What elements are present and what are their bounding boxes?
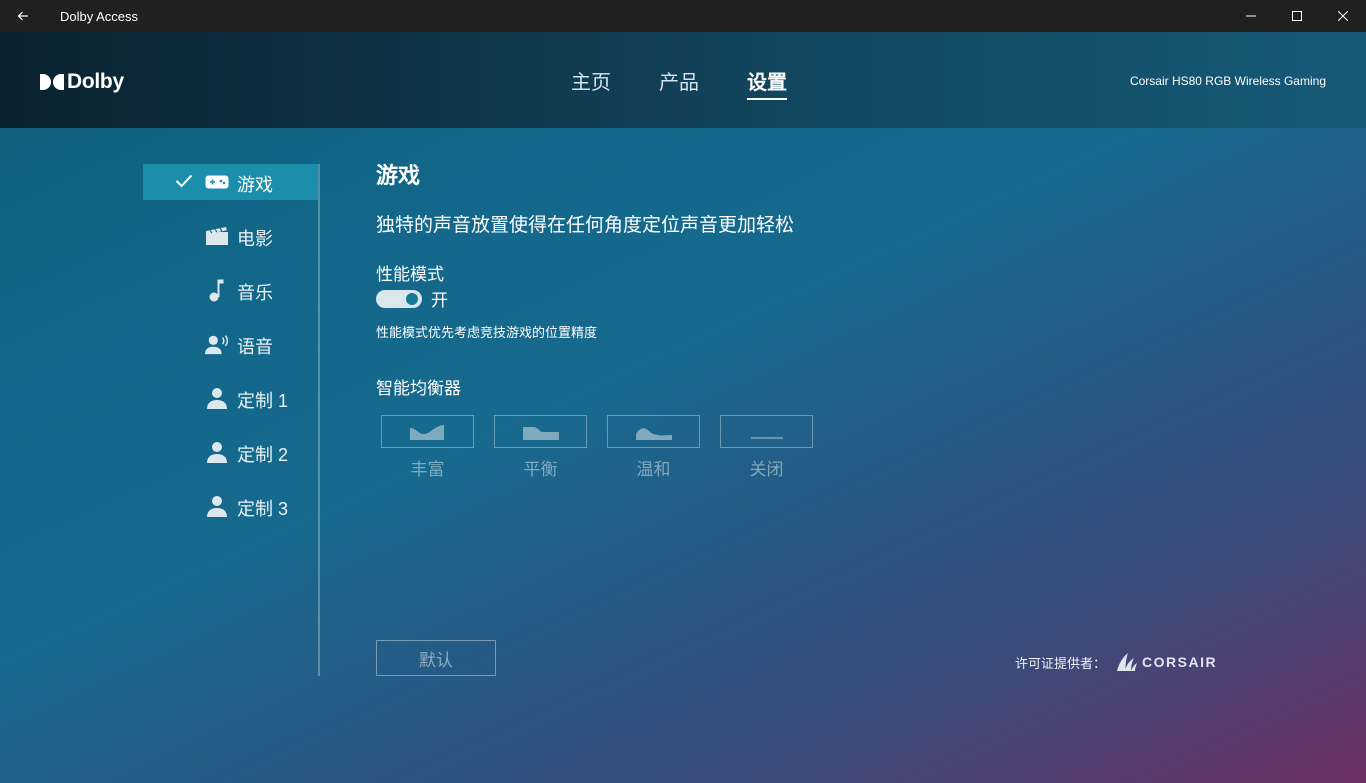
sidebar-item-custom-3[interactable]: 定制 3 xyxy=(143,488,318,524)
sidebar-item-music[interactable]: 音乐 xyxy=(143,272,318,308)
app-header: Dolby 主页 产品 设置 Corsair HS80 RGB Wireless… xyxy=(0,32,1366,128)
equalizer-label: 智能均衡器 xyxy=(376,379,461,398)
page-subtitle: 独特的声音放置使得在任何角度定位声音更加轻松 xyxy=(376,215,795,236)
user-icon xyxy=(205,386,229,410)
sidebar-item-voice[interactable]: 语音 xyxy=(143,326,318,362)
corsair-brand: CORSAIR xyxy=(1142,654,1218,670)
performance-mode-label: 性能模式 xyxy=(376,265,444,284)
eq-balanced-button[interactable] xyxy=(494,415,587,448)
eq-option-warm[interactable]: 温和 xyxy=(607,415,700,480)
clapperboard-icon xyxy=(205,224,229,248)
toggle-knob xyxy=(406,292,418,305)
app-body: Dolby 主页 产品 设置 Corsair HS80 RGB Wireless… xyxy=(0,32,1366,783)
close-icon xyxy=(1338,11,1348,21)
sidebar-item-label: 游戏 xyxy=(237,175,273,195)
default-button[interactable]: 默认 xyxy=(376,640,496,676)
eq-option-balanced[interactable]: 平衡 xyxy=(494,415,587,480)
maximize-button[interactable] xyxy=(1274,0,1320,32)
user-icon xyxy=(205,494,229,518)
checkmark-icon xyxy=(175,174,193,188)
nav-products[interactable]: 产品 xyxy=(659,66,699,100)
eq-warm-icon xyxy=(635,427,672,440)
eq-option-rich[interactable]: 丰富 xyxy=(381,415,474,480)
device-name[interactable]: Corsair HS80 RGB Wireless Gaming xyxy=(1130,74,1326,88)
back-button[interactable] xyxy=(0,0,46,32)
settings-content: 游戏 独特的声音放置使得在任何角度定位声音更加轻松 性能模式 开 性能模式优先考… xyxy=(376,158,1256,479)
eq-option-label: 关闭 xyxy=(749,460,784,479)
user-icon xyxy=(205,440,229,464)
sidebar-item-label: 定制 1 xyxy=(237,391,289,411)
nav-home[interactable]: 主页 xyxy=(571,66,611,100)
dolby-logo: Dolby xyxy=(40,70,124,94)
performance-mode-state: 开 xyxy=(431,291,448,310)
corsair-logo: CORSAIR xyxy=(1116,652,1217,672)
main-nav: 主页 产品 设置 xyxy=(571,66,835,100)
sidebar-item-label: 定制 2 xyxy=(237,445,289,465)
window-title: Dolby Access xyxy=(60,8,139,24)
back-arrow-icon xyxy=(17,11,28,21)
profile-sidebar: 游戏 电影 音乐 语音 定制 1 定制 2 定制 3 xyxy=(143,164,320,676)
eq-off-icon xyxy=(750,436,783,439)
performance-mode-row: 开 xyxy=(376,286,448,311)
eq-balanced-icon xyxy=(522,426,559,440)
equalizer-options: 丰富 平衡 温和 关闭 xyxy=(381,415,833,480)
minimize-button[interactable] xyxy=(1228,0,1274,32)
maximize-icon xyxy=(1292,11,1302,21)
voice-icon xyxy=(205,332,229,356)
sidebar-item-label: 定制 3 xyxy=(237,499,289,519)
dolby-double-d-icon xyxy=(40,74,64,90)
sidebar-item-label: 电影 xyxy=(237,229,273,249)
performance-mode-toggle[interactable] xyxy=(376,289,422,308)
title-bar: Dolby Access xyxy=(0,0,1366,32)
sidebar-item-label: 语音 xyxy=(237,337,273,357)
sidebar-item-game[interactable]: 游戏 xyxy=(143,164,318,200)
performance-mode-description: 性能模式优先考虑竞技游戏的位置精度 xyxy=(376,325,598,340)
nav-settings[interactable]: 设置 xyxy=(747,66,787,100)
close-button[interactable] xyxy=(1320,0,1366,32)
brand-name: Dolby xyxy=(67,70,124,93)
eq-warm-button[interactable] xyxy=(607,415,700,448)
sidebar-item-movie[interactable]: 电影 xyxy=(143,218,318,254)
eq-option-off[interactable]: 关闭 xyxy=(720,415,813,480)
eq-option-label: 温和 xyxy=(636,460,671,479)
sidebar-item-custom-2[interactable]: 定制 2 xyxy=(143,434,318,470)
minimize-icon xyxy=(1246,15,1256,17)
eq-option-label: 丰富 xyxy=(410,460,445,479)
license-info: 许可证提供者： CORSAIR xyxy=(1015,652,1217,672)
corsair-sails-icon xyxy=(1117,653,1138,671)
eq-rich-icon xyxy=(409,424,444,440)
eq-rich-button[interactable] xyxy=(381,415,474,448)
gamepad-icon xyxy=(205,170,229,194)
eq-off-button[interactable] xyxy=(720,415,813,448)
eq-option-label: 平衡 xyxy=(523,460,558,479)
license-label: 许可证提供者： xyxy=(1015,655,1107,671)
sidebar-item-custom-1[interactable]: 定制 1 xyxy=(143,380,318,416)
page-title: 游戏 xyxy=(376,163,421,188)
music-note-icon xyxy=(205,278,229,302)
sidebar-item-label: 音乐 xyxy=(237,283,273,303)
window-controls xyxy=(1228,0,1366,32)
